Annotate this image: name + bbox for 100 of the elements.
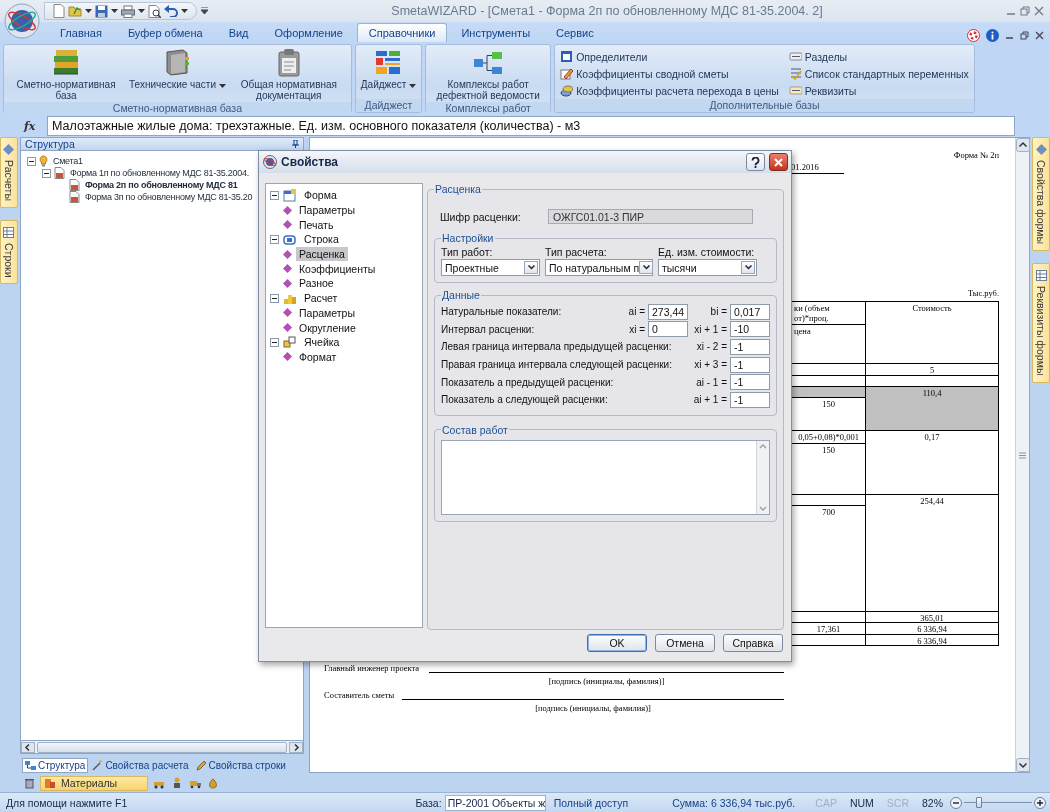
vertical-scrollbar[interactable] <box>756 440 769 514</box>
field-label: Правая граница интервала следующей расценки: <box>441 359 673 371</box>
tree-item[interactable]: Форма 2п по обновленному МДС 81 <box>82 180 240 190</box>
tree-item[interactable]: Округление <box>296 320 359 335</box>
collapse-icon[interactable] <box>41 168 51 178</box>
input-field[interactable]: -1 <box>730 391 770 408</box>
dropdown-field[interactable]: По натуральным п <box>545 259 653 276</box>
close-icon[interactable] <box>1035 31 1044 40</box>
tree-item[interactable]: Смета1 <box>50 156 85 166</box>
info-icon[interactable] <box>986 29 999 42</box>
panel-tab[interactable]: Свойства строки <box>192 758 289 773</box>
ribbon-tab[interactable]: Оформление <box>262 23 355 42</box>
tree-item[interactable]: Коэффициенты <box>296 261 379 276</box>
dialog-button[interactable]: Справка <box>723 634 783 652</box>
app-logo-icon <box>263 155 277 169</box>
ribbon-tab[interactable]: Вид <box>216 23 261 42</box>
collapse-icon[interactable] <box>270 190 279 200</box>
dialog-button[interactable]: OK <box>587 634 647 652</box>
ribbon-tab[interactable]: Инструменты <box>449 23 543 42</box>
ribbon-tab[interactable]: Буфер обмена <box>115 23 215 42</box>
quick-access-toolbar[interactable] <box>44 2 197 20</box>
help-icon[interactable] <box>967 29 980 42</box>
ribbon-button[interactable]: Комплексы работ дефектной ведомости <box>429 47 548 102</box>
tree-item[interactable]: Параметры <box>296 203 358 218</box>
formula-field[interactable]: Малоэтажные жилые дома: трехэтажные. Ед. изм. основного показателя (количества) - м3 <box>47 116 1015 136</box>
document-icon <box>68 191 80 203</box>
side-tab[interactable]: Строки <box>0 219 18 285</box>
save-icon[interactable] <box>95 4 108 18</box>
tree-item[interactable]: Формат <box>296 349 340 364</box>
ribbon-item[interactable]: Список стандартных переменных <box>786 65 971 82</box>
ribbon-tab[interactable]: Главная <box>48 23 114 42</box>
side-tab[interactable]: Свойства формы <box>1032 137 1050 252</box>
code-field[interactable]: ОЖГС01.01-3 ПИР <box>548 209 753 224</box>
zoom-in-icon[interactable] <box>1034 796 1046 809</box>
collapse-icon[interactable] <box>26 156 36 166</box>
collapse-icon[interactable] <box>270 337 279 347</box>
scroll-down-icon[interactable] <box>1016 758 1031 772</box>
scroll-right-icon[interactable] <box>289 741 304 753</box>
tree-item[interactable]: Параметры <box>296 305 358 320</box>
tree-item[interactable]: Расчет <box>301 291 341 306</box>
preview-icon[interactable] <box>148 4 161 18</box>
new-document-icon[interactable] <box>53 4 65 18</box>
input-field[interactable]: -1 <box>730 356 770 373</box>
close-button[interactable] <box>769 153 788 171</box>
ribbon-button[interactable]: Сметно-нормативная база <box>7 47 125 102</box>
zoom-slider[interactable] <box>964 797 1032 808</box>
input-field[interactable]: -10 <box>730 321 770 338</box>
side-tab[interactable]: Реквизиты формы <box>1032 263 1050 383</box>
formula-icon: fx <box>24 119 38 133</box>
ribbon-item[interactable]: Коэффициенты сводной сметы <box>558 65 781 82</box>
printer-icon[interactable] <box>121 4 135 18</box>
tree-item[interactable]: Форма 1п по обновленному МДС 81-35.2004. <box>67 168 252 178</box>
input-field[interactable]: 273,44 <box>648 303 688 320</box>
close-icon[interactable] <box>1034 6 1044 16</box>
units-text: Тыс.руб. <box>967 288 1000 300</box>
materials-button[interactable]: Материалы <box>39 775 149 791</box>
undo-icon[interactable] <box>164 5 178 17</box>
ribbon-button[interactable]: Дайджест <box>358 47 419 91</box>
ribbon-item[interactable]: Разделы <box>786 48 971 65</box>
input-field[interactable]: 0 <box>648 321 688 338</box>
side-tab[interactable]: Расчеты <box>0 137 18 208</box>
base-dropdown[interactable]: ПР-2001 Объекты ж <box>444 794 546 811</box>
form-number: Форма № 2п <box>953 150 1000 162</box>
input-field[interactable]: 0,017 <box>730 303 770 320</box>
dropdown-field[interactable]: тысячи <box>658 259 757 276</box>
slider-thumb[interactable] <box>975 797 982 808</box>
customize-icon[interactable] <box>201 7 208 15</box>
ribbon-item[interactable]: Определители <box>558 48 781 65</box>
zoom-out-icon[interactable] <box>950 796 962 809</box>
input-field[interactable]: -1 <box>730 339 770 355</box>
open-folder-icon[interactable] <box>68 5 82 17</box>
ribbon-item[interactable]: Коэффициенты расчета перехода в цены <box>558 82 781 99</box>
horizontal-scrollbar[interactable] <box>19 741 305 754</box>
ribbon-item[interactable]: Реквизиты <box>786 82 971 99</box>
ribbon-button[interactable]: Общая нормативная документация <box>229 47 348 102</box>
panel-tab[interactable]: Свойства расчета <box>89 758 192 773</box>
tree-item[interactable]: Расценка <box>296 247 348 262</box>
restore-icon[interactable] <box>1020 31 1029 40</box>
scroll-left-icon[interactable] <box>20 741 35 753</box>
dialog-button[interactable]: Отмена <box>655 634 715 652</box>
ribbon-tab[interactable]: Справочники <box>356 23 448 42</box>
vertical-scrollbar[interactable] <box>1015 138 1030 772</box>
tree-item[interactable]: Форма <box>301 188 340 203</box>
tree-item[interactable]: Печать <box>296 217 337 232</box>
tree-item[interactable]: Строка <box>301 232 342 247</box>
dropdown-field[interactable]: Проектные <box>441 259 540 276</box>
collapse-icon[interactable] <box>270 293 279 303</box>
scroll-up-icon[interactable] <box>1016 138 1031 152</box>
help-button[interactable] <box>746 153 765 171</box>
panel-tab[interactable]: Структура <box>21 758 89 773</box>
tree-item[interactable]: Разное <box>296 276 337 291</box>
collapse-icon[interactable] <box>270 234 279 244</box>
pin-icon[interactable] <box>292 140 300 148</box>
ribbon-button[interactable]: Технические части <box>127 47 228 91</box>
tree-item[interactable]: Форма 3п по обновленному МДС 81-35.20 <box>82 192 255 202</box>
app-logo-icon[interactable] <box>4 3 40 39</box>
ribbon-tab[interactable]: Сервис <box>544 23 606 42</box>
input-field[interactable]: -1 <box>730 374 770 391</box>
tree-item[interactable]: Ячейка <box>301 335 343 350</box>
trash-icon[interactable] <box>23 777 35 789</box>
